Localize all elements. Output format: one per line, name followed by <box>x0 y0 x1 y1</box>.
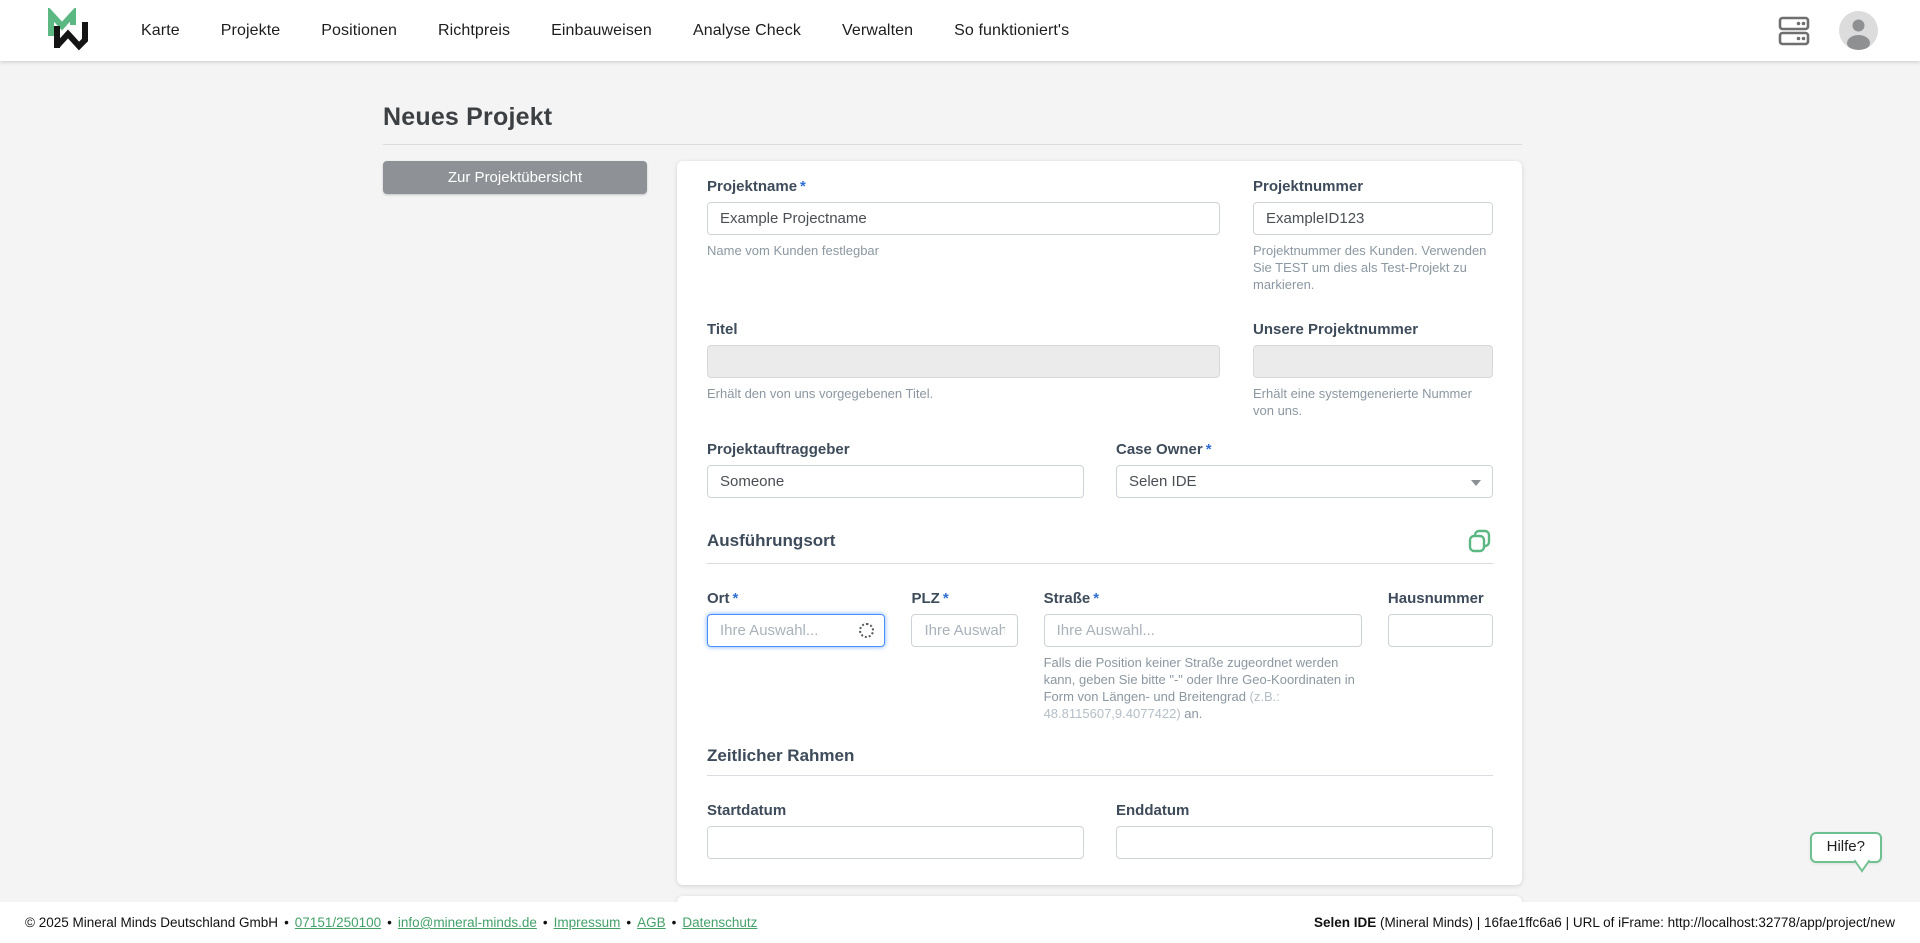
required-asterisk: * <box>733 590 739 607</box>
nav-item-karte[interactable]: Karte <box>141 22 180 39</box>
projektnummer-helper: Projektnummer des Kunden. Verwenden Sie … <box>1253 242 1493 293</box>
projektname-helper: Name vom Kunden festlegbar <box>707 242 1220 259</box>
projektname-label: Projektname* <box>707 178 1220 196</box>
main-nav: Karte Projekte Positionen Richtpreis Ein… <box>141 22 1069 40</box>
field-ort: Ort* <box>707 590 885 722</box>
field-unsere-projektnummer: Unsere Projektnummer Erhält eine systemg… <box>1253 321 1493 419</box>
copyright-text: © 2025 Mineral Minds Deutschland GmbH <box>25 915 278 930</box>
nav-item-verwalten[interactable]: Verwalten <box>842 22 913 39</box>
page-title: Neues Projekt <box>383 103 1522 132</box>
title-divider <box>383 144 1522 145</box>
field-plz: PLZ* <box>911 590 1017 722</box>
strasse-helper: Falls die Position keiner Straße zugeord… <box>1044 654 1362 722</box>
nav-item-projekte[interactable]: Projekte <box>221 22 281 39</box>
field-hausnummer: Hausnummer <box>1388 590 1493 722</box>
footer-left: © 2025 Mineral Minds Deutschland GmbH•07… <box>25 915 757 930</box>
field-projektauftraggeber: Projektauftraggeber <box>707 441 1084 498</box>
nav-item-positionen[interactable]: Positionen <box>321 22 397 39</box>
required-asterisk: * <box>1206 441 1212 458</box>
field-strasse: Straße* Falls die Position keiner Straße… <box>1044 590 1362 722</box>
titel-helper: Erhält den von uns vorgegebenen Titel. <box>707 385 1220 402</box>
hausnummer-input[interactable] <box>1388 614 1493 647</box>
chevron-down-icon <box>1471 480 1481 486</box>
projektnummer-input[interactable] <box>1253 202 1493 235</box>
unsere-projektnummer-input <box>1253 345 1493 378</box>
required-asterisk: * <box>943 590 949 607</box>
zur-projektuebersicht-button[interactable]: Zur Projektübersicht <box>383 161 647 194</box>
footer-link-agb[interactable]: AGB <box>637 915 666 930</box>
footer-session-info: Selen IDE (Mineral Minds) | 16fae1ffc6a6… <box>1314 915 1895 930</box>
case-owner-label: Case Owner* <box>1116 441 1493 459</box>
logo-icon <box>45 8 91 54</box>
nav-item-richtpreis[interactable]: Richtpreis <box>438 22 510 39</box>
enddatum-input[interactable] <box>1116 826 1493 859</box>
zeitlicher-rahmen-title: Zeitlicher Rahmen <box>707 746 854 766</box>
projektnummer-label: Projektnummer <box>1253 178 1493 196</box>
startdatum-label: Startdatum <box>707 802 1084 820</box>
strasse-label: Straße* <box>1044 590 1362 608</box>
startdatum-input[interactable] <box>707 826 1084 859</box>
main-content: Neues Projekt Zur Projektübersicht Proje… <box>383 61 1522 885</box>
user-avatar[interactable] <box>1839 11 1878 50</box>
projektname-input[interactable] <box>707 202 1220 235</box>
section-zeitlicher-rahmen: Zeitlicher Rahmen <box>707 746 1493 776</box>
footer-link-email[interactable]: info@mineral-minds.de <box>398 915 537 930</box>
projektauftraggeber-input[interactable] <box>707 465 1084 498</box>
field-enddatum: Enddatum <box>1116 802 1493 859</box>
field-projektnummer: Projektnummer Projektnummer des Kunden. … <box>1253 178 1493 293</box>
footer-link-impressum[interactable]: Impressum <box>554 915 621 930</box>
hausnummer-label: Hausnummer <box>1388 590 1493 608</box>
ausfuehrungsort-title: Ausführungsort <box>707 531 835 551</box>
field-case-owner: Case Owner* Selen IDE <box>1116 441 1493 498</box>
ort-label: Ort* <box>707 590 885 608</box>
hilfe-button[interactable]: Hilfe? <box>1810 832 1882 863</box>
unsere-projektnummer-helper: Erhält eine systemgenerierte Nummer von … <box>1253 385 1493 419</box>
field-projektname: Projektname* Name vom Kunden festlegbar <box>707 178 1220 293</box>
footer-link-phone[interactable]: 07151/250100 <box>295 915 381 930</box>
loading-spinner-icon <box>859 623 874 638</box>
case-owner-value: Selen IDE <box>1129 473 1197 490</box>
unsere-projektnummer-label: Unsere Projektnummer <box>1253 321 1493 339</box>
top-navbar: Karte Projekte Positionen Richtpreis Ein… <box>0 0 1920 61</box>
person-icon <box>1839 11 1878 50</box>
case-owner-select[interactable]: Selen IDE <box>1116 465 1493 498</box>
footer: © 2025 Mineral Minds Deutschland GmbH•07… <box>0 902 1920 943</box>
left-column: Zur Projektübersicht <box>383 161 647 194</box>
nav-item-analyse-check[interactable]: Analyse Check <box>693 22 801 39</box>
required-asterisk: * <box>800 178 806 195</box>
plz-input[interactable] <box>911 614 1017 647</box>
required-asterisk: * <box>1093 590 1099 607</box>
titel-input <box>707 345 1220 378</box>
footer-link-datenschutz[interactable]: Datenschutz <box>682 915 757 930</box>
projektauftraggeber-label: Projektauftraggeber <box>707 441 1084 459</box>
project-form-card: Projektname* Name vom Kunden festlegbar … <box>677 161 1522 885</box>
field-startdatum: Startdatum <box>707 802 1084 859</box>
section-ausfuehrungsort: Ausführungsort <box>707 528 1493 564</box>
nav-item-so-funktionierts[interactable]: So funktioniert's <box>954 22 1069 39</box>
server-icon[interactable] <box>1776 15 1812 47</box>
nav-item-einbauweisen[interactable]: Einbauweisen <box>551 22 652 39</box>
titel-label: Titel <box>707 321 1220 339</box>
mineral-minds-logo[interactable] <box>45 8 91 54</box>
strasse-input[interactable] <box>1044 614 1362 647</box>
copy-icon[interactable] <box>1467 528 1493 554</box>
enddatum-label: Enddatum <box>1116 802 1493 820</box>
plz-label: PLZ* <box>911 590 1017 608</box>
field-titel: Titel Erhält den von uns vorgegebenen Ti… <box>707 321 1220 419</box>
